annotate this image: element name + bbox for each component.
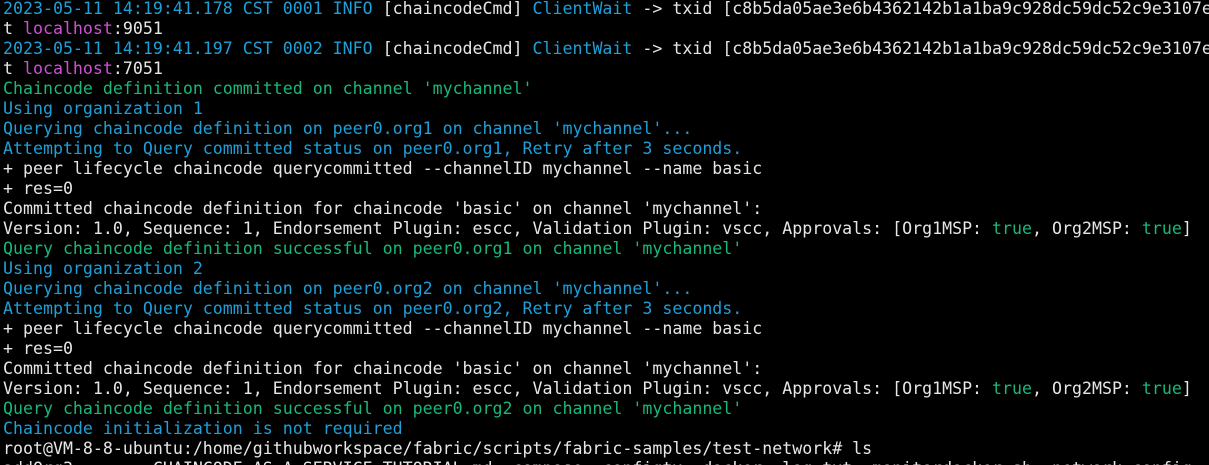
terminal-text: [chaincodeCmd] [372,0,533,18]
terminal-text: localhost [22,59,113,78]
terminal-text: addOrg3 CHAINCODE_AS_A_SERVICE_TUTORIAL.… [3,459,1209,465]
terminal-text: Query chaincode definition successful on… [3,399,743,418]
terminal-text: , Org2MSP: [1032,219,1142,238]
terminal-text: true [1141,219,1182,238]
terminal-text: true [1141,379,1182,398]
terminal-text: t [3,19,23,38]
terminal-text: + peer lifecycle chaincode querycommitte… [3,319,763,338]
terminal-line: Attempting to Query committed status on … [3,299,1209,319]
terminal-text: localhost [22,19,113,38]
terminal-text: :7051 [112,59,163,78]
terminal-line: Committed chaincode definition for chain… [3,199,1209,219]
terminal-text: Version: 1.0, Sequence: 1, Endorsement P… [3,219,993,238]
terminal-text: Querying chaincode definition on peer0.o… [3,119,693,138]
terminal-line: Version: 1.0, Sequence: 1, Endorsement P… [3,379,1209,399]
terminal-text: ClientWait [532,0,633,18]
terminal-text: :9051 [112,19,163,38]
terminal-text: true [992,379,1033,398]
terminal-text: ] [1181,219,1192,238]
terminal-text: + peer lifecycle chaincode querycommitte… [3,159,763,178]
terminal-line: t localhost:9051 [3,19,1209,39]
terminal-text: Committed chaincode definition for chain… [3,199,763,218]
terminal-line: Chaincode definition committed on channe… [3,79,1209,99]
terminal-text: + res=0 [3,339,73,358]
terminal-text: true [992,219,1033,238]
terminal-line: 2023-05-11 14:19:41.178 CST 0001 INFO [c… [3,0,1209,19]
terminal-text: ClientWait [532,39,633,58]
terminal-text: Query chaincode definition successful on… [3,239,743,258]
terminal-text: Version: 1.0, Sequence: 1, Endorsement P… [3,379,993,398]
terminal-text: ] [1181,379,1192,398]
terminal-text: Querying chaincode definition on peer0.o… [3,279,693,298]
terminal-text: t [3,59,23,78]
terminal-text: 2023-05-11 14:19:41.197 CST 0002 INFO [3,39,373,58]
terminal-line: Querying chaincode definition on peer0.o… [3,119,1209,139]
terminal-text: Committed chaincode definition for chain… [3,359,763,378]
terminal-text: Chaincode initialization is not required [3,419,403,438]
terminal-line: Querying chaincode definition on peer0.o… [3,279,1209,299]
terminal-line: + peer lifecycle chaincode querycommitte… [3,159,1209,179]
terminal-line: Attempting to Query committed status on … [3,139,1209,159]
terminal-output[interactable]: 2023-05-11 14:19:41.178 CST 0001 INFO [c… [3,0,1209,465]
terminal-text: root@VM-8-8-ubuntu:/home/githubworkspace… [3,439,873,458]
terminal-text: -> txid [c8b5da05ae3e6b4362142b1a1ba9c92… [632,0,1209,18]
terminal-line: 2023-05-11 14:19:41.197 CST 0002 INFO [c… [3,39,1209,59]
terminal-text: Using organization 2 [3,259,203,278]
terminal-text: Using organization 1 [3,99,203,118]
terminal-line: Query chaincode definition successful on… [3,239,1209,259]
terminal-text: 2023-05-11 14:19:41.178 CST 0001 INFO [3,0,373,18]
terminal-text: Attempting to Query committed status on … [3,299,743,318]
terminal-text: Chaincode definition committed on channe… [3,79,533,98]
terminal-line: Chaincode initialization is not required [3,419,1209,439]
terminal-line: Version: 1.0, Sequence: 1, Endorsement P… [3,219,1209,239]
terminal-text: + res=0 [3,179,73,198]
terminal-line: addOrg3 CHAINCODE_AS_A_SERVICE_TUTORIAL.… [3,459,1209,465]
terminal-text: , Org2MSP: [1032,379,1142,398]
terminal-line: Committed chaincode definition for chain… [3,359,1209,379]
terminal-line: Query chaincode definition successful on… [3,399,1209,419]
terminal-text: [chaincodeCmd] [372,39,533,58]
terminal-line: + peer lifecycle chaincode querycommitte… [3,319,1209,339]
terminal-line: Using organization 2 [3,259,1209,279]
terminal-line: + res=0 [3,179,1209,199]
terminal-line: t localhost:7051 [3,59,1209,79]
terminal-line: root@VM-8-8-ubuntu:/home/githubworkspace… [3,439,1209,459]
terminal-text: Attempting to Query committed status on … [3,139,743,158]
terminal-line: + res=0 [3,339,1209,359]
terminal-line: Using organization 1 [3,99,1209,119]
terminal-text: -> txid [c8b5da05ae3e6b4362142b1a1ba9c92… [632,39,1209,58]
